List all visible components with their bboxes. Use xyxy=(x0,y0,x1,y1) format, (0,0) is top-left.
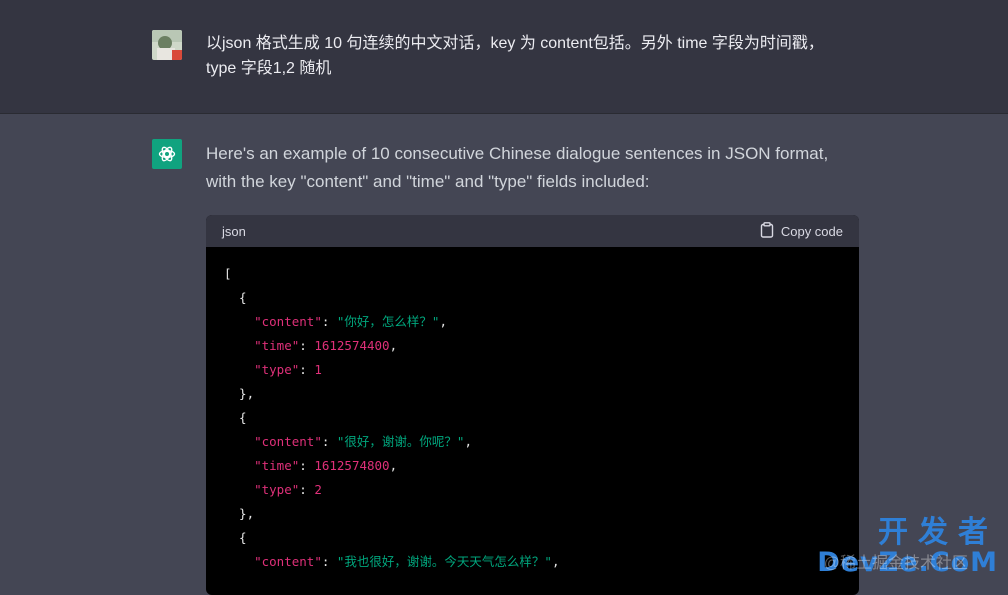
code-language-label: json xyxy=(222,223,246,239)
user-message-row: 以json 格式生成 10 句连续的中文对话，key 为 content包括。另… xyxy=(0,0,1008,114)
faint-watermark: @稀土掘金技术社区 xyxy=(823,555,968,572)
user-avatar xyxy=(152,30,182,60)
code-line: [ xyxy=(224,266,232,281)
assistant-message-line-2: with the key "content" and "time" and "t… xyxy=(206,172,650,191)
assistant-message-text: Here's an example of 10 consecutive Chin… xyxy=(206,140,866,196)
code-line: "content": "我也很好，谢谢。今天天气怎么样？", xyxy=(254,554,560,569)
code-content: [ { "content": "你好，怎么样？", "time": 161257… xyxy=(206,247,859,589)
code-block-header: json Copy code xyxy=(206,215,859,247)
assistant-message-row: Here's an example of 10 consecutive Chin… xyxy=(0,114,1008,595)
code-line: { xyxy=(224,530,247,545)
code-line: "content": "很好，谢谢。你呢？", xyxy=(254,434,472,449)
watermark-top: 开发者 xyxy=(878,515,998,550)
code-line: "type": 2 xyxy=(254,482,322,497)
code-line: }, xyxy=(224,386,255,401)
user-message-text: 以json 格式生成 10 句连续的中文对话，key 为 content包括。另… xyxy=(206,31,866,81)
code-line: { xyxy=(224,290,247,305)
clipboard-icon xyxy=(760,221,774,241)
code-line: }, xyxy=(224,506,255,521)
code-line: "content": "你好，怎么样？", xyxy=(254,314,447,329)
code-block: json Copy code [ { "content": "你好，怎么样？",… xyxy=(206,215,859,595)
code-line: "type": 1 xyxy=(254,362,322,377)
assistant-message-line-1: Here's an example of 10 consecutive Chin… xyxy=(206,144,829,163)
copy-code-label: Copy code xyxy=(780,223,843,239)
openai-logo-icon xyxy=(152,139,182,169)
copy-code-button[interactable]: Copy code xyxy=(760,221,843,241)
code-line: { xyxy=(224,410,247,425)
user-message-line-1: 以json 格式生成 10 句连续的中文对话，key 为 content包括。另… xyxy=(206,35,824,52)
code-line: "time": 1612574800, xyxy=(254,458,398,473)
code-line: "time": 1612574400, xyxy=(254,338,398,353)
user-message-line-2: type 字段1,2 随机 xyxy=(206,60,332,77)
